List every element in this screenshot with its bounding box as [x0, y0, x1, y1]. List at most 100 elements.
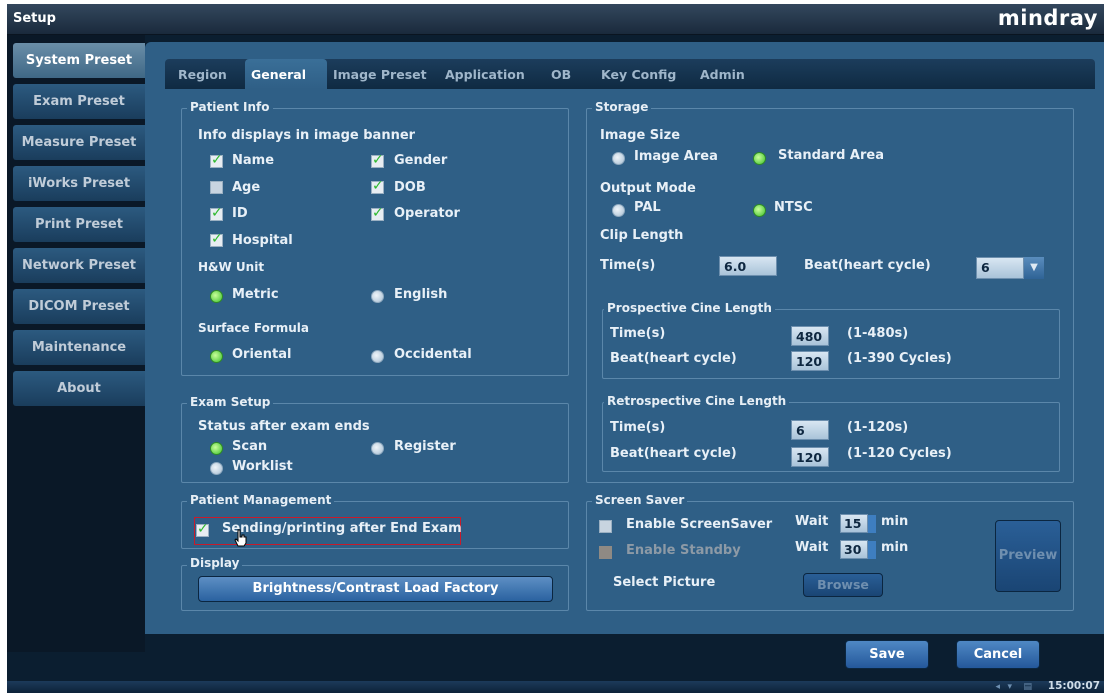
metric-radio[interactable] — [210, 290, 223, 303]
sidebar-item-about[interactable]: About — [13, 371, 145, 406]
banner-label: Info displays in image banner — [198, 128, 416, 143]
hand-cursor-icon — [234, 529, 247, 547]
image-size-label: Image Size — [600, 128, 681, 143]
retrospective-group — [602, 402, 1060, 472]
dob-checkbox[interactable] — [371, 178, 384, 194]
window-title: Setup — [13, 11, 56, 26]
wait-label-1: Wait — [795, 514, 829, 529]
operator-checkbox[interactable] — [371, 205, 384, 221]
prospective-time-range: (1-480s) — [847, 326, 909, 341]
tab-image-preset[interactable]: Image Preset — [333, 67, 427, 82]
clip-beat-label: Beat(heart cycle) — [804, 258, 931, 273]
dob-label: DOB — [394, 180, 426, 195]
prospective-title: Prospective Cine Length — [604, 301, 775, 315]
name-checkbox[interactable] — [210, 152, 223, 168]
tab-region[interactable]: Region — [178, 67, 227, 82]
preview-button[interactable]: Preview — [995, 520, 1061, 592]
worklist-radio[interactable] — [210, 462, 223, 475]
enable-screensaver-label: Enable ScreenSaver — [626, 517, 773, 532]
clock: 15:00:07 — [1047, 680, 1100, 692]
hospital-label: Hospital — [232, 233, 293, 248]
register-label: Register — [394, 439, 456, 454]
id-label: ID — [232, 206, 248, 221]
storage-title: Storage — [592, 100, 652, 114]
prospective-time-field[interactable]: 480 — [791, 326, 829, 346]
name-label: Name — [232, 153, 275, 168]
display-title: Display — [187, 556, 243, 570]
scan-radio[interactable] — [210, 442, 223, 455]
pal-radio[interactable] — [612, 204, 625, 217]
exam-setup-title: Exam Setup — [187, 395, 274, 409]
sending-printing-checkbox[interactable] — [196, 521, 209, 537]
title-bar: Setup mindray — [7, 4, 1104, 35]
prospective-beat-field[interactable]: 120 — [791, 351, 829, 371]
footer — [7, 652, 1104, 681]
sidebar-item-dicom-preset[interactable]: DICOM Preset — [13, 289, 145, 324]
retrospective-beat-range: (1-120 Cycles) — [847, 446, 952, 461]
status-bar: ◂ ▾ ▤ 15:00:07 — [7, 680, 1104, 693]
screen-saver-title: Screen Saver — [592, 493, 688, 507]
wait-time-field-2[interactable]: 30 — [840, 540, 868, 559]
pal-label: PAL — [634, 200, 661, 215]
tab-bar: Region General Image Preset Application … — [165, 59, 1095, 89]
clip-time-field[interactable]: 6.0 — [719, 256, 777, 276]
sidebar-item-print-preset[interactable]: Print Preset — [13, 207, 145, 242]
tab-key-config[interactable]: Key Config — [601, 67, 676, 82]
clip-time-label: Time(s) — [600, 258, 656, 273]
cancel-button[interactable]: Cancel — [956, 640, 1040, 669]
tab-admin[interactable]: Admin — [700, 67, 745, 82]
device-icon: ▤ — [1023, 682, 1032, 692]
brightness-contrast-button[interactable]: Brightness/Contrast Load Factory — [198, 576, 553, 602]
worklist-label: Worklist — [232, 459, 293, 474]
sidebar-item-system-preset[interactable]: System Preset — [13, 43, 145, 78]
standard-area-label: Standard Area — [778, 148, 884, 163]
enable-screensaver-checkbox[interactable] — [599, 520, 612, 533]
english-radio[interactable] — [371, 290, 384, 303]
clip-beat-select[interactable]: 6 — [976, 257, 1024, 279]
brand-logo: mindray — [997, 6, 1098, 30]
wait-time-field-1[interactable]: 15 — [840, 514, 868, 533]
app-window: Setup mindray System Preset Exam Preset … — [7, 4, 1104, 693]
retrospective-title: Retrospective Cine Length — [604, 394, 790, 408]
tab-ob[interactable]: OB — [551, 67, 571, 82]
ntsc-radio[interactable] — [753, 204, 766, 217]
sidebar-item-measure-preset[interactable]: Measure Preset — [13, 125, 145, 160]
arrow-icon: ◂ — [995, 682, 1000, 692]
age-label: Age — [232, 180, 261, 195]
chevron-down-icon[interactable]: ▼ — [1024, 257, 1044, 279]
wait-label-2: Wait — [795, 540, 829, 555]
save-button[interactable]: Save — [845, 640, 929, 669]
down-arrow-icon: ▾ — [1007, 682, 1012, 692]
metric-label: Metric — [232, 287, 279, 302]
retrospective-beat-field[interactable]: 120 — [791, 447, 829, 467]
image-area-label: Image Area — [634, 149, 718, 164]
image-area-radio[interactable] — [612, 152, 625, 165]
browse-button[interactable]: Browse — [803, 573, 883, 597]
hospital-checkbox[interactable] — [210, 231, 223, 247]
id-checkbox[interactable] — [210, 205, 223, 221]
occidental-label: Occidental — [394, 347, 472, 362]
sidebar-item-iworks-preset[interactable]: iWorks Preset — [13, 166, 145, 201]
sidebar-item-maintenance[interactable]: Maintenance — [13, 330, 145, 365]
oriental-radio[interactable] — [210, 350, 223, 363]
occidental-radio[interactable] — [371, 350, 384, 363]
tab-application[interactable]: Application — [445, 67, 525, 82]
select-picture-label: Select Picture — [613, 575, 716, 590]
wait-spinner-2[interactable] — [868, 541, 876, 559]
sidebar-item-network-preset[interactable]: Network Preset — [13, 248, 145, 283]
standard-area-radio[interactable] — [753, 152, 766, 165]
clip-length-label: Clip Length — [600, 228, 684, 243]
patient-info-title: Patient Info — [187, 100, 273, 114]
sending-printing-label: Sending/printing after End Exam — [222, 521, 462, 536]
scan-label: Scan — [232, 439, 268, 454]
register-radio[interactable] — [371, 442, 384, 455]
tab-general[interactable]: General — [251, 67, 306, 82]
wait-spinner-1[interactable] — [868, 515, 876, 533]
ntsc-label: NTSC — [774, 200, 813, 215]
sidebar-item-exam-preset[interactable]: Exam Preset — [13, 84, 145, 119]
age-checkbox[interactable] — [210, 181, 223, 194]
retrospective-time-field[interactable]: 6 — [791, 420, 829, 440]
enable-standby-checkbox — [599, 546, 612, 559]
prospective-group — [602, 309, 1060, 379]
gender-checkbox[interactable] — [371, 152, 384, 168]
